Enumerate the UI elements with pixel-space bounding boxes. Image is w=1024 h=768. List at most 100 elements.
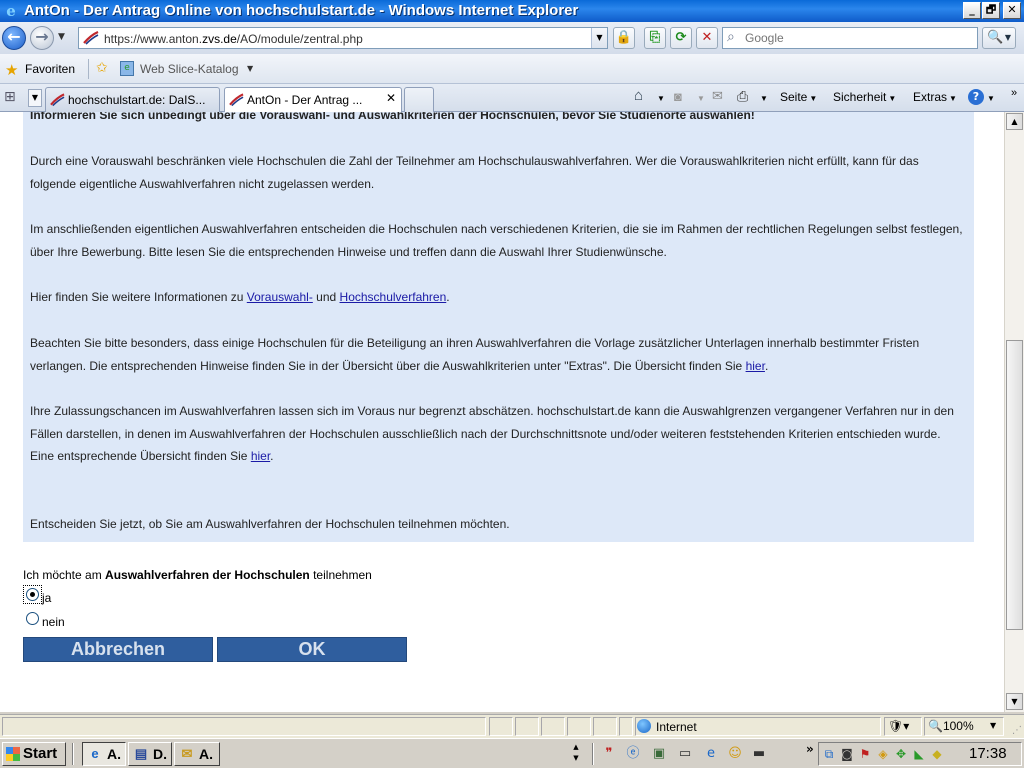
tray-antivirus-icon[interactable]: ✥: [893, 746, 909, 762]
quicklaunch-app-icon[interactable]: ❞: [600, 745, 618, 762]
document-icon: ▤: [134, 746, 148, 761]
start-button[interactable]: Start: [2, 742, 66, 766]
site-favicon-icon: [83, 31, 99, 45]
back-button[interactable]: ←: [2, 26, 26, 50]
protected-mode-icon[interactable]: 🛡▾: [888, 719, 909, 733]
windows-logo-icon: [6, 747, 20, 761]
quicklaunch-ie-icon[interactable]: e: [702, 745, 720, 762]
safety-menu[interactable]: Sicherheit ▼: [833, 90, 896, 104]
zoom-level[interactable]: 🔍100%: [928, 719, 974, 733]
quicklaunch-more-icon[interactable]: »: [806, 742, 814, 756]
tray-device-icon[interactable]: ◆: [929, 746, 945, 762]
vorauswahl-link[interactable]: Vorauswahl-: [247, 290, 313, 304]
web-slice-icon: e: [120, 61, 134, 76]
help-icon[interactable]: ?: [968, 89, 984, 105]
quick-tabs-icon[interactable]: ⊞: [4, 89, 16, 105]
zoom-dropdown-icon[interactable]: ▼: [990, 721, 996, 730]
help-dropdown-icon[interactable]: ▼: [987, 94, 995, 103]
favorites-star-icon[interactable]: ★: [5, 61, 18, 79]
hochschulverfahren-link[interactable]: Hochschulverfahren: [340, 290, 447, 304]
recent-pages-dropdown-icon[interactable]: ▼: [58, 32, 65, 42]
ie-icon: e: [6, 2, 16, 20]
home-dropdown-icon[interactable]: ▼: [657, 94, 665, 103]
info-heading: Informieren Sie sich unbedingt über die …: [30, 112, 755, 122]
address-bar: ← → ▼ https://www.anton.zvs.de/AO/module…: [0, 22, 1024, 54]
tray-update-icon[interactable]: ◈: [875, 746, 891, 762]
search-input[interactable]: [745, 30, 970, 46]
scroll-down-icon[interactable]: ▼: [1006, 693, 1023, 710]
quicklaunch-messenger-icon[interactable]: ☺: [726, 745, 744, 762]
more-commands-chevron-icon[interactable]: »: [1011, 87, 1017, 99]
minimize-button[interactable]: _: [963, 2, 981, 19]
quicklaunch-clipboard-icon[interactable]: ▣: [650, 745, 668, 762]
compatibility-view-icon[interactable]: ⎘: [644, 27, 666, 49]
taskbar: Start e A. ▤ D. ✉ A. ▲ ▼ ❞ ⓔ ▣ ▭ e ☺ ▬ » ⧉ ◙…: [0, 738, 1024, 768]
tab-bar: ⊞ ▼ hochschulstart.de: DaIS... AntOn - D…: [0, 84, 1024, 113]
tools-menu[interactable]: Extras ▼: [913, 90, 957, 104]
favorites-button[interactable]: Favoriten: [25, 62, 75, 76]
maximize-button[interactable]: 🗗: [982, 2, 1000, 19]
lock-icon[interactable]: 🔒: [613, 27, 635, 49]
task-ie[interactable]: e A.: [82, 742, 126, 766]
status-text-cell: [2, 717, 486, 736]
tray-network-icon[interactable]: ⧉: [821, 746, 837, 762]
tray-nvidia-icon[interactable]: ◣: [911, 746, 927, 762]
page-content: Informieren Sie sich unbedingt über die …: [0, 112, 1004, 712]
url-dropdown-icon[interactable]: ▼: [591, 28, 607, 48]
cancel-button[interactable]: Abbrechen: [23, 637, 213, 662]
tab-close-icon[interactable]: ✕: [386, 91, 396, 105]
tab-hochschulstart[interactable]: hochschulstart.de: DaIS...: [45, 87, 220, 112]
quicklaunch-desktop-icon[interactable]: ▬: [750, 745, 768, 762]
favorites-separator: [88, 59, 89, 79]
resize-grip-icon[interactable]: ⋰: [1012, 725, 1022, 736]
quicklaunch-browser-icon[interactable]: ⓔ: [624, 745, 642, 762]
search-button[interactable]: 🔍 ▼: [982, 27, 1016, 49]
paragraph-decide: Entscheiden Sie jetzt, ob Sie am Auswahl…: [30, 517, 510, 531]
radio-label-ja[interactable]: ja: [42, 591, 51, 605]
print-dropdown-icon[interactable]: ▼: [760, 94, 768, 103]
page-menu[interactable]: Seite ▼: [780, 90, 817, 104]
clock[interactable]: 17:38: [969, 745, 1007, 762]
web-slice-link[interactable]: Web Slice-Katalog: [140, 62, 239, 76]
quicklaunch-window-icon[interactable]: ▭: [676, 745, 694, 762]
paragraph-auswahlverfahren: Im anschließenden eigentlichen Auswahlve…: [30, 222, 963, 259]
radio-ja[interactable]: [26, 588, 39, 601]
web-slice-dropdown-icon[interactable]: ▼: [247, 64, 253, 73]
tab-anton[interactable]: AntOn - Der Antrag ... ✕: [224, 87, 402, 113]
uebersicht-link[interactable]: hier: [746, 359, 765, 373]
feeds-icon[interactable]: ◙: [674, 89, 682, 104]
search-box[interactable]: ⌕: [722, 27, 978, 49]
forward-button[interactable]: →: [30, 26, 54, 50]
scroll-thumb[interactable]: [1006, 340, 1023, 630]
add-to-favorites-icon[interactable]: ✩: [96, 60, 108, 76]
read-mail-icon[interactable]: ✉: [712, 88, 723, 104]
radio-label-nein[interactable]: nein: [42, 615, 65, 629]
ok-button[interactable]: OK: [217, 637, 407, 662]
status-cell: [489, 717, 513, 736]
info-box: Informieren Sie sich unbedingt über die …: [23, 112, 974, 542]
paragraph-zulassungschancen: Ihre Zulassungschancen im Auswahlverfahr…: [30, 404, 954, 464]
tray-security-icon[interactable]: ⚑: [857, 746, 873, 762]
tab-list-dropdown-icon[interactable]: ▼: [28, 89, 42, 107]
tray-app-icon[interactable]: ◙: [839, 746, 855, 762]
radio-nein[interactable]: [26, 612, 39, 625]
title-bar: e AntOn - Der Antrag Online von hochschu…: [0, 0, 1024, 22]
home-icon[interactable]: ⌂: [634, 87, 643, 104]
scroll-up-icon[interactable]: ▲: [1006, 113, 1023, 130]
taskbar-scroll[interactable]: ▲ ▼: [568, 742, 584, 766]
vertical-scrollbar[interactable]: ▲ ▼: [1004, 112, 1024, 712]
auswahlgrenzen-link[interactable]: hier: [251, 449, 270, 463]
feeds-dropdown-icon[interactable]: ▼: [697, 94, 705, 103]
search-options-icon[interactable]: ▼: [1005, 28, 1011, 48]
task-mail[interactable]: ✉ A.: [174, 742, 220, 766]
status-cell: [515, 717, 539, 736]
print-icon[interactable]: ⎙: [737, 88, 748, 105]
globe-icon: [637, 719, 651, 733]
stop-icon[interactable]: ✕: [696, 27, 718, 49]
url-field[interactable]: https://www.anton.zvs.de/AO/module/zentr…: [78, 27, 608, 49]
new-tab-button[interactable]: [404, 87, 434, 112]
task-document[interactable]: ▤ D.: [128, 742, 172, 766]
refresh-icon[interactable]: ⟳: [670, 27, 692, 49]
close-button[interactable]: ✕: [1003, 2, 1021, 19]
security-zone[interactable]: Internet: [637, 719, 697, 734]
